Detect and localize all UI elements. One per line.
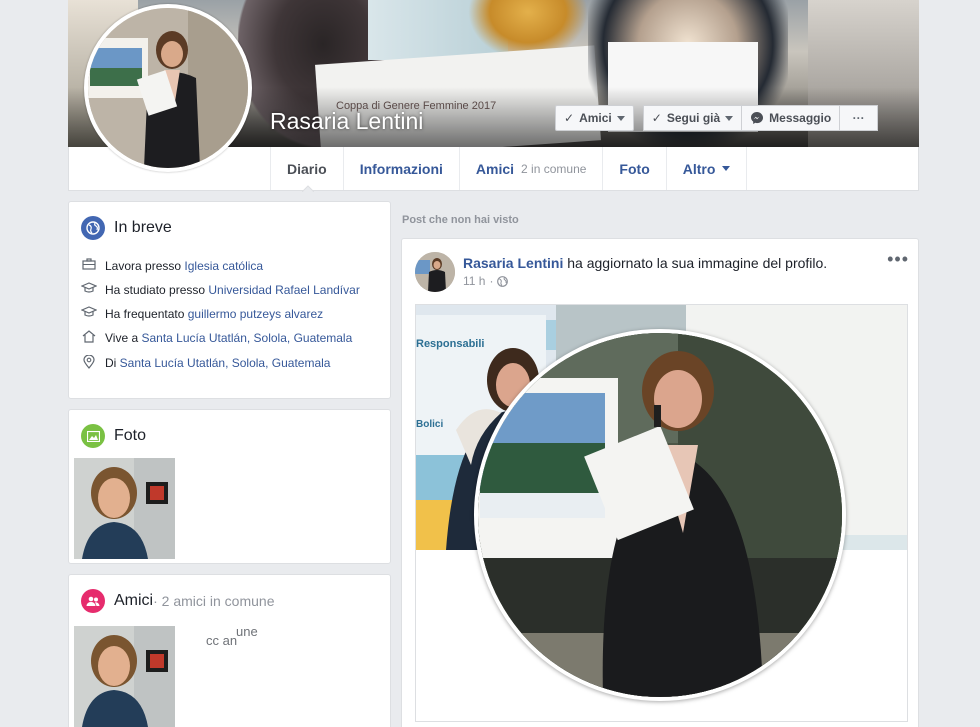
- graduation-cap-icon: [80, 282, 98, 298]
- home-icon: [81, 330, 97, 347]
- post-author-link[interactable]: Rasaria Lentini: [463, 255, 563, 271]
- caret-down-icon: [616, 115, 625, 121]
- tab-photos[interactable]: Foto: [602, 147, 665, 190]
- cover-actions: ✓ Amici ✓ Segui già Messaggio ···: [555, 105, 879, 131]
- hometown-link[interactable]: Santa Lucía Utatlán, Solola, Guatemala: [120, 356, 331, 370]
- friends-icon: [81, 589, 105, 613]
- photo-thumbnail[interactable]: [74, 458, 175, 559]
- intro-title: In breve: [114, 219, 172, 236]
- tab-more[interactable]: Altro: [665, 147, 748, 190]
- unseen-posts-label: Post che non hai visto: [402, 214, 519, 226]
- friends-mutual-count: · 2 amici in comune: [153, 593, 275, 609]
- intro-row-prefix: Vive a: [105, 331, 142, 345]
- tab-friends[interactable]: Amici 2 in comune: [458, 147, 603, 190]
- intro-row-work: Lavora presso Iglesia católica: [81, 258, 381, 274]
- tab-label: Foto: [619, 160, 650, 177]
- location-pin-icon: [81, 354, 97, 373]
- friends-card-title[interactable]: Amici · 2 amici in comune: [81, 589, 275, 613]
- profile-name[interactable]: Rasaria Lentini: [270, 108, 423, 135]
- photo-icon: [81, 424, 105, 448]
- globe-icon: [81, 216, 105, 240]
- photos-title: Foto: [114, 427, 147, 444]
- friend-name-fragment: cc an: [206, 633, 238, 648]
- following-button-label: Segui già: [666, 111, 721, 125]
- friends-button[interactable]: ✓ Amici: [555, 105, 634, 131]
- post-header: Rasaria Lentini ha aggiornato la sua imm…: [463, 254, 827, 272]
- workplace-link[interactable]: Iglesia católica: [184, 259, 263, 273]
- school-link[interactable]: guillermo putzeys alvarez: [188, 307, 323, 321]
- messenger-icon: [751, 112, 764, 124]
- caret-down-icon: [722, 166, 731, 171]
- following-button[interactable]: ✓ Segui già: [642, 105, 743, 131]
- intro-card-title: In breve: [81, 216, 172, 240]
- friends-title: Amici: [114, 592, 154, 609]
- tab-label: Diario: [287, 160, 327, 177]
- caret-down-icon: [725, 115, 734, 121]
- post-author-avatar[interactable]: [415, 252, 455, 292]
- check-icon: ✓: [564, 111, 575, 125]
- message-button-label: Messaggio: [769, 111, 832, 125]
- post-options-button[interactable]: •••: [887, 249, 909, 270]
- post-timestamp[interactable]: 11 h: [463, 274, 485, 288]
- briefcase-icon: [81, 258, 97, 274]
- profile-picture-preview-image: [478, 333, 842, 697]
- follow-message-group: ✓ Segui già Messaggio ···: [642, 105, 879, 131]
- profile-picture-preview[interactable]: [474, 329, 846, 701]
- photos-card-title[interactable]: Foto: [81, 424, 146, 448]
- friend-thumbnail-image: [74, 626, 175, 727]
- intro-list: Lavora presso Iglesia católica Ha studia…: [80, 258, 381, 381]
- tab-label: Altro: [682, 160, 716, 177]
- photo-thumbnail-image: [74, 458, 175, 559]
- friends-button-label: Amici: [579, 111, 612, 125]
- current-city-link[interactable]: Santa Lucía Utatlán, Solola, Guatemala: [141, 331, 352, 345]
- intro-row-from: Di Santa Lucía Utatlán, Solola, Guatemal…: [81, 354, 381, 373]
- tab-timeline[interactable]: Diario: [270, 147, 343, 190]
- profile-tabs: Diario Informazioni Amici 2 in comune Fo…: [270, 147, 748, 190]
- tab-friends-mutual-count: 2 in comune: [521, 161, 587, 176]
- active-tab-indicator: [302, 185, 314, 192]
- more-options-icon: ···: [852, 111, 865, 125]
- tab-about[interactable]: Informazioni: [342, 147, 459, 190]
- post-image-banner-text: Bolici: [416, 419, 443, 430]
- tab-label: Amici: [475, 160, 515, 177]
- intro-card: In breve Lavora presso Iglesia católica …: [68, 201, 391, 399]
- intro-row-prefix: Ha frequentato: [105, 307, 188, 321]
- intro-row-studied: Ha studiato presso Universidad Rafael La…: [80, 282, 381, 298]
- friend-thumbnail[interactable]: [74, 626, 175, 727]
- check-icon: ✓: [651, 111, 662, 125]
- post-action-text: ha aggiornato la sua immagine del profil…: [563, 255, 828, 271]
- more-options-button[interactable]: ···: [840, 105, 879, 131]
- university-link[interactable]: Universidad Rafael Landívar: [208, 283, 359, 297]
- profile-picture[interactable]: [84, 4, 252, 172]
- tab-label: Informazioni: [359, 160, 443, 177]
- post-image-banner-text: Responsabili: [416, 338, 484, 350]
- intro-row-prefix: Di: [105, 356, 120, 370]
- post-timestamp-row: 11 h ·: [463, 274, 509, 288]
- intro-row-prefix: Lavora presso: [105, 259, 185, 273]
- public-globe-icon[interactable]: [497, 275, 509, 287]
- friend-name-fragment: une: [236, 624, 258, 639]
- separator-dot: ·: [489, 274, 494, 288]
- intro-row-prefix: Ha studiato presso: [105, 283, 209, 297]
- intro-row-attended: Ha frequentato guillermo putzeys alvarez: [80, 306, 381, 322]
- graduation-cap-icon: [80, 306, 98, 322]
- profile-photo-image: [88, 8, 248, 168]
- message-button[interactable]: Messaggio: [742, 105, 841, 131]
- intro-row-lives: Vive a Santa Lucía Utatlán, Solola, Guat…: [81, 330, 381, 347]
